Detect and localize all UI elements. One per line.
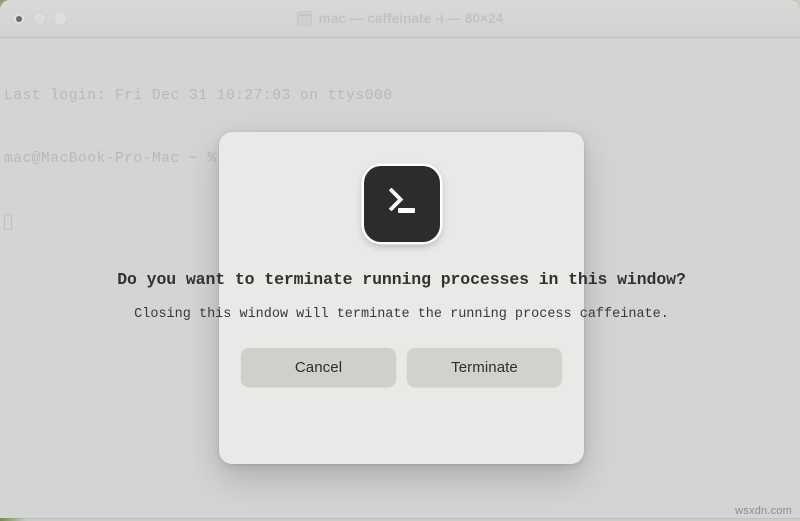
dialog-title: Do you want to terminate running process… — [117, 270, 686, 289]
zoom-button[interactable] — [54, 12, 67, 25]
minimize-button[interactable] — [33, 12, 46, 25]
terminal-line: Last login: Fri Dec 31 10:27:03 on ttys0… — [4, 88, 393, 104]
prompt-underscore-icon — [397, 208, 415, 213]
text-cursor — [4, 214, 12, 230]
window-title: mac — caffeinate -i — 80×24 — [318, 11, 504, 26]
terminal-text-area[interactable]: Last login: Fri Dec 31 10:27:03 on ttys0… — [0, 38, 800, 518]
window-title-bar[interactable]: mac — caffeinate -i — 80×24 — [0, 0, 800, 38]
terminal-app-icon — [363, 166, 440, 242]
terminate-button[interactable]: Terminate — [407, 348, 562, 387]
terminal-window: mac — caffeinate -i — 80×24 Last login: … — [0, 0, 800, 518]
watermark: wsxdn.com — [735, 505, 792, 517]
window-title-group: mac — caffeinate -i — 80×24 — [296, 11, 504, 26]
dialog-message: Closing this window will terminate the r… — [134, 307, 669, 322]
cancel-button[interactable]: Cancel — [241, 348, 396, 387]
terminate-processes-dialog: Do you want to terminate running process… — [117, 132, 686, 464]
window-controls — [12, 0, 67, 37]
dialog-button-row: Cancel Terminate — [241, 348, 562, 387]
close-button[interactable] — [12, 12, 25, 25]
terminal-icon — [296, 11, 312, 26]
